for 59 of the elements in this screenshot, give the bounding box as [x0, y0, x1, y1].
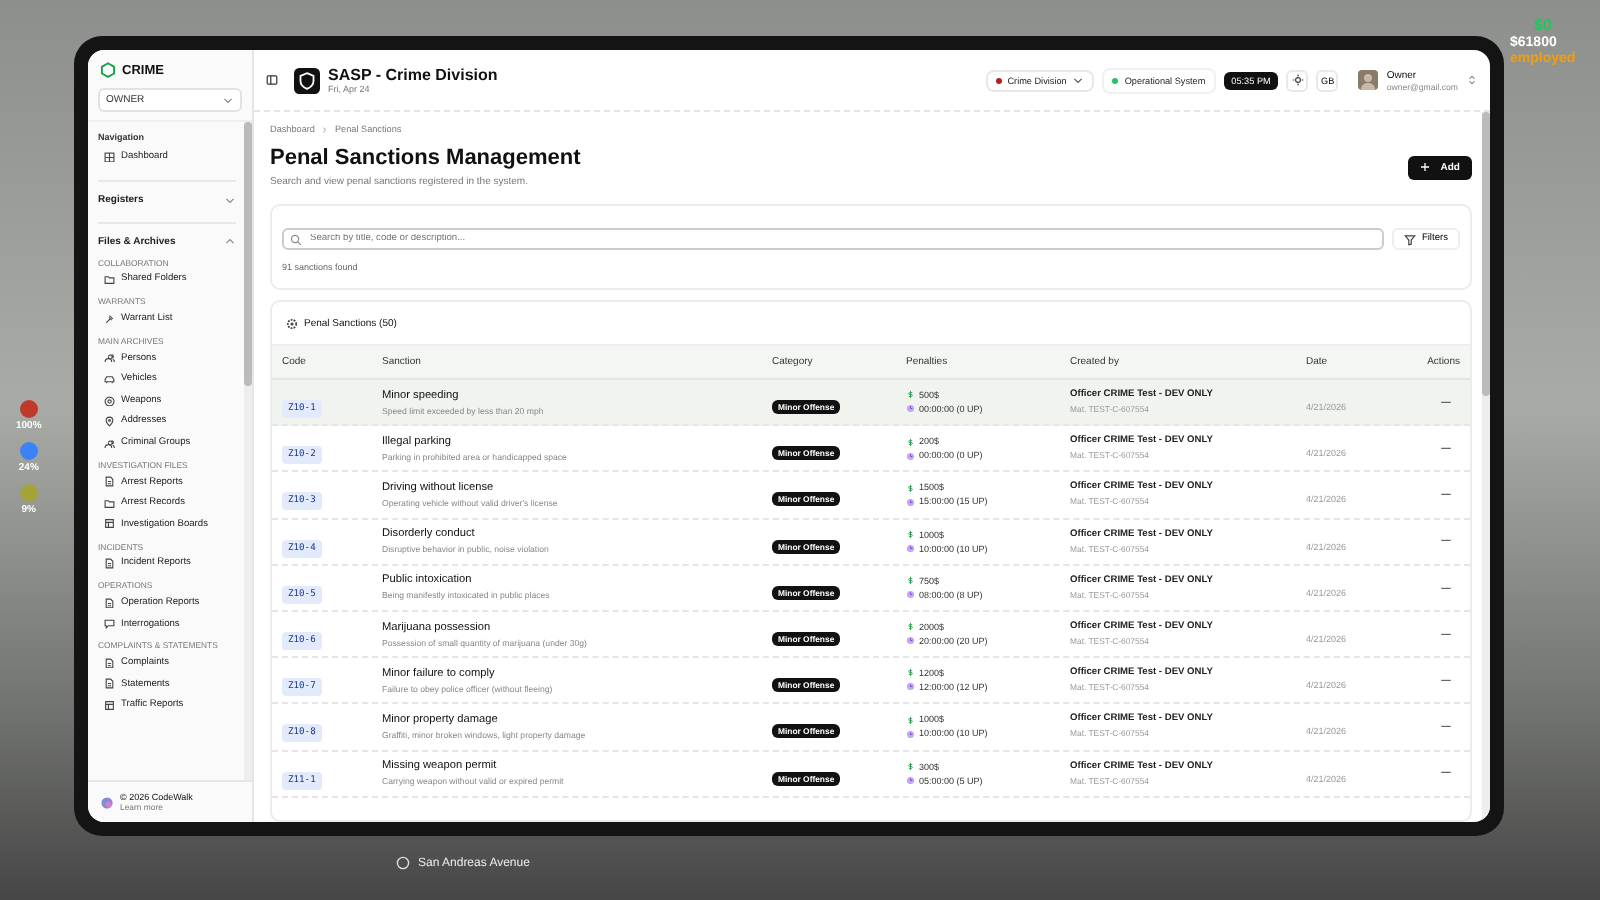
- theme-toggle[interactable]: [1286, 69, 1309, 91]
- target-icon: [104, 395, 115, 407]
- page-title: Penal Sanctions Management: [270, 146, 581, 170]
- sidebar-toggle-icon[interactable]: [266, 74, 278, 86]
- doc-icon: [104, 678, 115, 690]
- hammer-icon: [104, 313, 115, 325]
- users-icon: [104, 437, 115, 449]
- clock-icon: [906, 543, 915, 553]
- chevron-down-icon: [222, 94, 234, 106]
- car-icon: [104, 373, 115, 385]
- sun-icon: [1291, 74, 1304, 86]
- clock-icon: [906, 404, 915, 414]
- clock-icon: [906, 590, 915, 600]
- pin-icon: [104, 416, 115, 428]
- avatar-icon: [1358, 70, 1379, 90]
- chevron-updown-icon[interactable]: [1466, 74, 1478, 86]
- doc-icon: [104, 657, 115, 669]
- users-icon: [104, 352, 115, 364]
- dollar-icon: [906, 668, 915, 678]
- dollar-icon: [906, 761, 915, 771]
- dollar-icon: [906, 576, 915, 586]
- board-icon: [104, 518, 115, 530]
- clock-icon: [906, 497, 915, 507]
- dollar-icon: [906, 390, 915, 400]
- clock-icon: [906, 682, 915, 692]
- dollar-icon: [906, 483, 915, 493]
- search-icon: [290, 233, 302, 245]
- grid-icon: [104, 151, 115, 163]
- doc-icon: [104, 558, 115, 570]
- chevron-up-icon: [224, 235, 236, 248]
- dollar-icon: [906, 622, 915, 632]
- scrollbar[interactable]: [1482, 112, 1490, 822]
- dollar-icon: [906, 437, 915, 447]
- cash-amount: $0: [1534, 16, 1552, 34]
- status-icon: [19, 400, 38, 418]
- hexagon-icon: [100, 62, 116, 78]
- chat-icon: [104, 618, 115, 630]
- gear-icon: [286, 317, 298, 329]
- doc-icon: [104, 597, 115, 609]
- logo-icon: [100, 795, 114, 809]
- board-icon: [104, 700, 115, 712]
- folder-icon: [104, 497, 115, 509]
- folder-icon: [104, 274, 115, 286]
- scrollbar[interactable]: [244, 122, 252, 780]
- filter-icon: [1403, 233, 1416, 245]
- doc-icon: [104, 476, 115, 488]
- plus-icon: [1420, 162, 1431, 172]
- clock-icon: [906, 729, 915, 739]
- dollar-icon: [906, 529, 915, 539]
- dollar-icon: [906, 715, 915, 725]
- clock-icon: [906, 775, 915, 785]
- chevron-down-icon: [1072, 74, 1085, 86]
- clock-icon: [906, 451, 915, 461]
- app-title: SASP - Crime Division: [328, 66, 498, 84]
- shield-logo-icon: [294, 67, 320, 93]
- status-icon: [19, 442, 38, 460]
- clock-icon: [906, 636, 915, 646]
- status-icon: [19, 484, 38, 502]
- chevron-down-icon: [224, 193, 236, 206]
